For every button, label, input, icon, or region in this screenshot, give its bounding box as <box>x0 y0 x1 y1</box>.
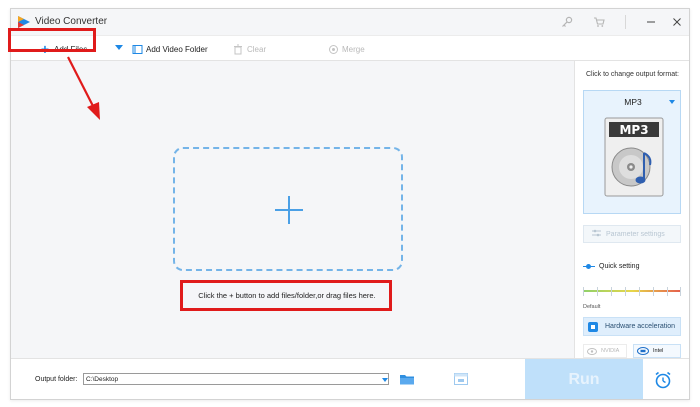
quality-tick <box>611 287 612 296</box>
folder-icon[interactable] <box>399 372 415 386</box>
quality-tick <box>653 287 654 296</box>
open-output-icon[interactable] <box>453 372 469 386</box>
highlight-box-hint <box>180 280 392 311</box>
highlight-box-add-files <box>8 28 96 52</box>
app-window: Video Converter + Add Files Add Video Fo… <box>10 8 690 400</box>
quality-tick <box>625 287 626 296</box>
red-arrow-icon <box>67 56 100 120</box>
run-button[interactable]: Run <box>525 359 643 399</box>
intel-label: Intel <box>653 348 664 354</box>
hardware-acceleration-label: Hardware acceleration <box>605 323 676 330</box>
nvidia-option[interactable]: NVIDIA <box>583 344 627 358</box>
output-format-name: MP3 <box>624 97 642 107</box>
output-format-title: Click to change output format: <box>586 71 679 78</box>
mp3-format-icon: MP3 <box>604 117 664 197</box>
add-files-dropdown-icon[interactable] <box>115 45 123 50</box>
merge-label: Merge <box>342 44 365 54</box>
output-format-panel: Click to change output format: MP3 MP3 P… <box>574 61 689 358</box>
title-separator <box>625 15 626 29</box>
add-plus-icon[interactable] <box>275 196 303 224</box>
slider-icon <box>583 264 595 270</box>
quality-tick <box>639 287 640 296</box>
trash-icon <box>232 43 244 55</box>
close-button[interactable] <box>667 12 687 32</box>
minimize-button[interactable] <box>641 12 661 32</box>
toolbar: + Add Files Add Video Folder Clear Merge <box>11 35 689 61</box>
hardware-acceleration-toggle[interactable]: Hardware acceleration <box>583 317 681 336</box>
drop-zone[interactable] <box>173 147 403 271</box>
checkbox-icon <box>588 321 598 332</box>
title-bar: Video Converter <box>11 9 689 35</box>
quick-setting-label-row: Quick setting <box>583 263 639 270</box>
app-logo-icon <box>18 16 30 28</box>
merge-icon <box>327 43 339 55</box>
add-video-folder-button[interactable]: Add Video Folder <box>131 41 208 57</box>
output-folder-label: Output folder: <box>35 376 78 383</box>
quick-setting-label: Quick setting <box>599 263 640 270</box>
parameter-settings-label: Parameter settings <box>606 230 665 238</box>
quality-tick <box>667 287 668 296</box>
output-format-selector[interactable]: MP3 MP3 <box>583 90 681 214</box>
bottom-bar: Output folder: Run <box>11 358 689 399</box>
merge-button[interactable]: Merge <box>327 41 365 57</box>
app-title: Video Converter <box>35 16 108 27</box>
alarm-clock-icon[interactable] <box>653 370 673 390</box>
parameter-settings-button[interactable]: Parameter settings <box>583 225 681 243</box>
clear-button[interactable]: Clear <box>232 41 266 57</box>
cart-icon[interactable] <box>591 14 607 30</box>
intel-option[interactable]: Intel <box>633 344 681 358</box>
mp3-icon-label: MP3 <box>619 123 648 137</box>
quality-tick <box>597 287 598 296</box>
clear-label: Clear <box>247 44 267 54</box>
output-folder-input[interactable] <box>83 373 389 385</box>
intel-logo-icon <box>637 347 649 355</box>
nvidia-label: NVIDIA <box>601 348 620 354</box>
quality-slider[interactable] <box>583 287 681 297</box>
nvidia-logo-icon <box>587 347 597 355</box>
settings-sliders-icon <box>592 229 601 239</box>
folder-add-icon <box>131 43 143 55</box>
chevron-down-icon <box>669 100 675 104</box>
key-icon[interactable] <box>559 14 575 30</box>
quality-tick <box>583 287 584 296</box>
quality-default-label: Default <box>583 304 601 310</box>
quality-tick <box>680 287 681 296</box>
add-video-folder-label: Add Video Folder <box>146 44 208 54</box>
output-folder-dropdown-icon[interactable] <box>382 378 388 382</box>
